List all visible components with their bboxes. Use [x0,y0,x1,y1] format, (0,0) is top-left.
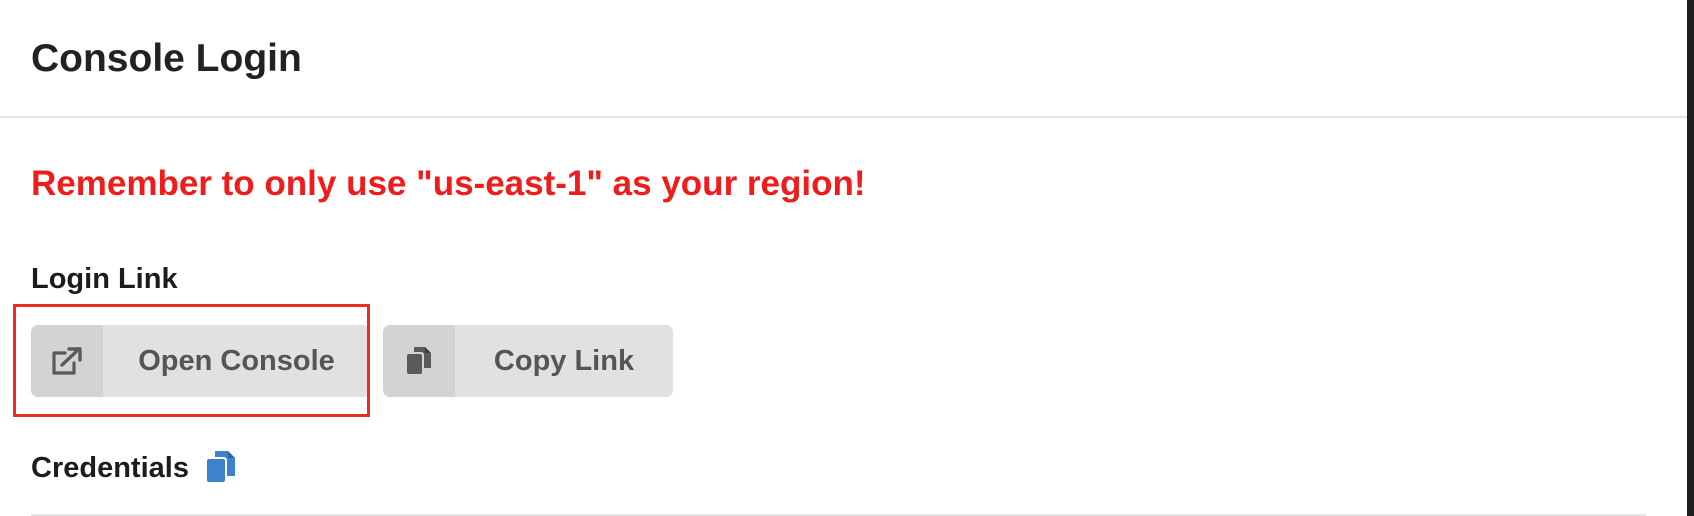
highlight-annotation [13,304,370,417]
window-edge [1687,0,1694,516]
console-login-page: Console Login Remember to only use "us-e… [0,0,1694,516]
credentials-heading: Credentials [31,452,189,484]
region-warning: Remember to only use "us-east-1" as your… [31,164,866,203]
copy-link-label: Copy Link [493,344,635,377]
console-login-panel: Console Login Remember to only use "us-e… [0,0,1687,516]
panel-header: Console Login [0,0,1687,118]
login-link-heading: Login Link [31,263,178,295]
copy-icon [383,325,455,397]
page-title: Console Login [31,37,302,80]
credentials-copy-icon[interactable] [206,450,236,484]
copy-link-button[interactable]: Copy Link [383,325,673,397]
